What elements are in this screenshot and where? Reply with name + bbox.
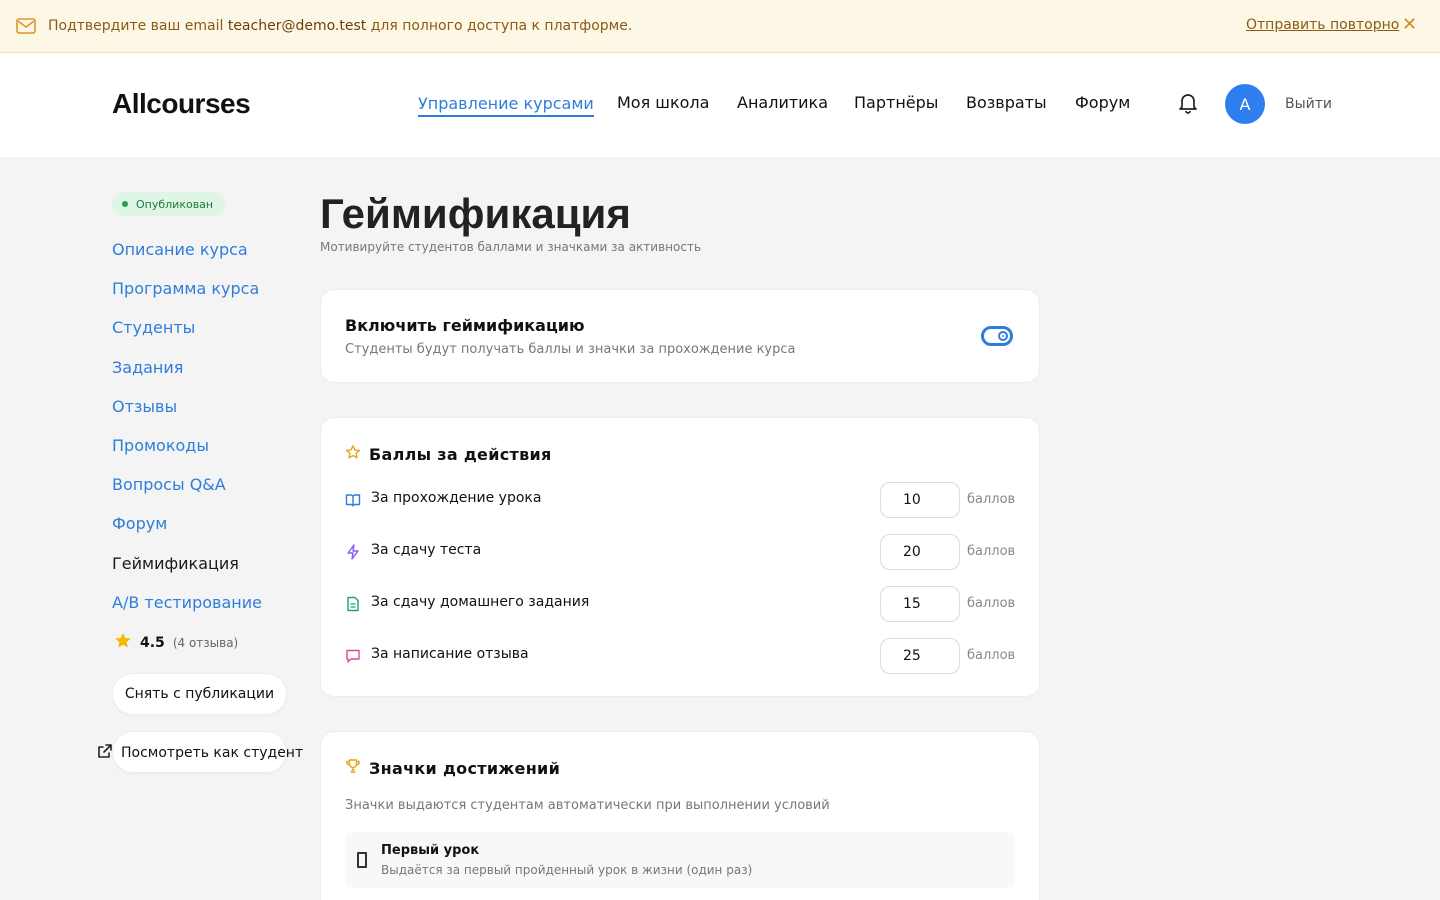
nav-my-school[interactable]: Моя школа [617, 93, 709, 112]
sidebar-item-promocodes[interactable]: Промокоды [112, 436, 209, 455]
rating-count: (4 отзыва) [172, 635, 239, 650]
close-icon[interactable]: ✕ [1402, 15, 1420, 35]
sidebar-item-reviews[interactable]: Отзывы [112, 397, 177, 416]
logo[interactable]: Allcourses [112, 88, 251, 120]
gamification-toggle-card: Включить геймификацию Студенты будут пол… [320, 289, 1040, 383]
status-dot [122, 201, 128, 207]
mail-icon [16, 15, 38, 37]
view-as-student-button[interactable]: Посмотреть как студент [97, 743, 303, 763]
top-header: Allcourses Управление курсами Моя школа … [0, 53, 1440, 157]
points-title: Баллы за действия [369, 444, 552, 464]
book-open-icon [345, 492, 361, 508]
points-label: За сдачу теста [371, 542, 482, 558]
sidebar-item-program[interactable]: Программа курса [112, 279, 259, 298]
points-label: За написание отзыва [371, 646, 529, 662]
points-row-test: За сдачу теста баллов [345, 534, 1017, 570]
message-icon [345, 648, 361, 664]
resend-link[interactable]: Отправить повторно [1246, 17, 1399, 33]
points-input-review[interactable] [880, 638, 960, 674]
document-icon [345, 596, 361, 612]
points-row-lesson: За прохождение урока баллов [345, 482, 1017, 518]
points-label: За прохождение урока [371, 490, 542, 506]
points-row-homework: За сдачу домашнего задания баллов [345, 586, 1017, 622]
nav-partners[interactable]: Партнёры [854, 93, 938, 112]
badges-header: Значки достижений [345, 758, 560, 778]
external-link-icon [97, 743, 121, 763]
rating-value: 4.5 [140, 634, 165, 651]
status-badge: Опубликован [112, 192, 226, 216]
badges-title: Значки достижений [369, 758, 561, 778]
gamification-toggle[interactable] [981, 326, 1013, 346]
achievement-title: Первый урок [381, 843, 480, 858]
banner-message: Подтвердите ваш email teacher@demo.test … [48, 18, 633, 34]
nav-forum[interactable]: Форум [1075, 93, 1130, 112]
logout-link[interactable]: Выйти [1285, 96, 1332, 112]
email-verification-banner: Подтвердите ваш email teacher@demo.test … [0, 0, 1440, 53]
points-unit: баллов [967, 596, 1016, 611]
sidebar-item-ab-testing[interactable]: A/B тестирование [112, 593, 262, 612]
view-as-student-label: Посмотреть как студент [121, 745, 304, 761]
trophy-icon [345, 758, 369, 778]
avatar[interactable]: A [1225, 84, 1265, 124]
sidebar-item-assignments[interactable]: Задания [112, 358, 183, 377]
toggle-title: Включить геймификацию [345, 316, 585, 335]
points-input-test[interactable] [880, 534, 960, 570]
star-icon [114, 632, 132, 653]
achievement-description: Выдаётся за первый пройденный урок в жиз… [381, 863, 753, 877]
points-input-lesson[interactable] [880, 482, 960, 518]
page-title: Геймификация [320, 190, 631, 237]
nav-analytics[interactable]: Аналитика [737, 93, 828, 112]
toggle-knob [998, 331, 1008, 341]
badges-description: Значки выдаются студентам автоматически … [345, 798, 830, 813]
sidebar-item-forum[interactable]: Форум [112, 514, 167, 533]
nav-course-management[interactable]: Управление курсами [418, 94, 594, 117]
sidebar-item-students[interactable]: Студенты [112, 318, 195, 337]
sidebar-item-description[interactable]: Описание курса [112, 240, 248, 259]
sidebar-item-gamification[interactable]: Геймификация [112, 554, 239, 573]
star-outline-icon [345, 444, 369, 464]
toggle-description: Студенты будут получать баллы и значки з… [345, 342, 796, 357]
achievement-icon [357, 852, 367, 868]
points-row-review: За написание отзыва баллов [345, 638, 1017, 674]
points-card: Баллы за действия За прохождение урока б… [320, 417, 1040, 697]
lightning-icon [345, 544, 361, 560]
banner-email: teacher@demo.test [227, 18, 367, 34]
points-label: За сдачу домашнего задания [371, 594, 590, 610]
bell-icon[interactable] [1177, 91, 1199, 115]
course-rating: 4.5 (4 отзыва) [114, 632, 238, 653]
points-input-homework[interactable] [880, 586, 960, 622]
page-subtitle: Мотивируйте студентов баллами и значками… [320, 240, 702, 254]
nav-refunds[interactable]: Возвраты [966, 93, 1047, 112]
unpublish-button[interactable]: Снять с публикации [112, 673, 287, 715]
points-unit: баллов [967, 648, 1016, 663]
sidebar-item-qa[interactable]: Вопросы Q&A [112, 475, 226, 494]
badges-card: Значки достижений Значки выдаются студен… [320, 731, 1040, 900]
achievement-item[interactable]: Первый урок Выдаётся за первый пройденны… [345, 832, 1015, 888]
points-unit: баллов [967, 544, 1016, 559]
points-unit: баллов [967, 492, 1016, 507]
points-header: Баллы за действия [345, 444, 552, 464]
